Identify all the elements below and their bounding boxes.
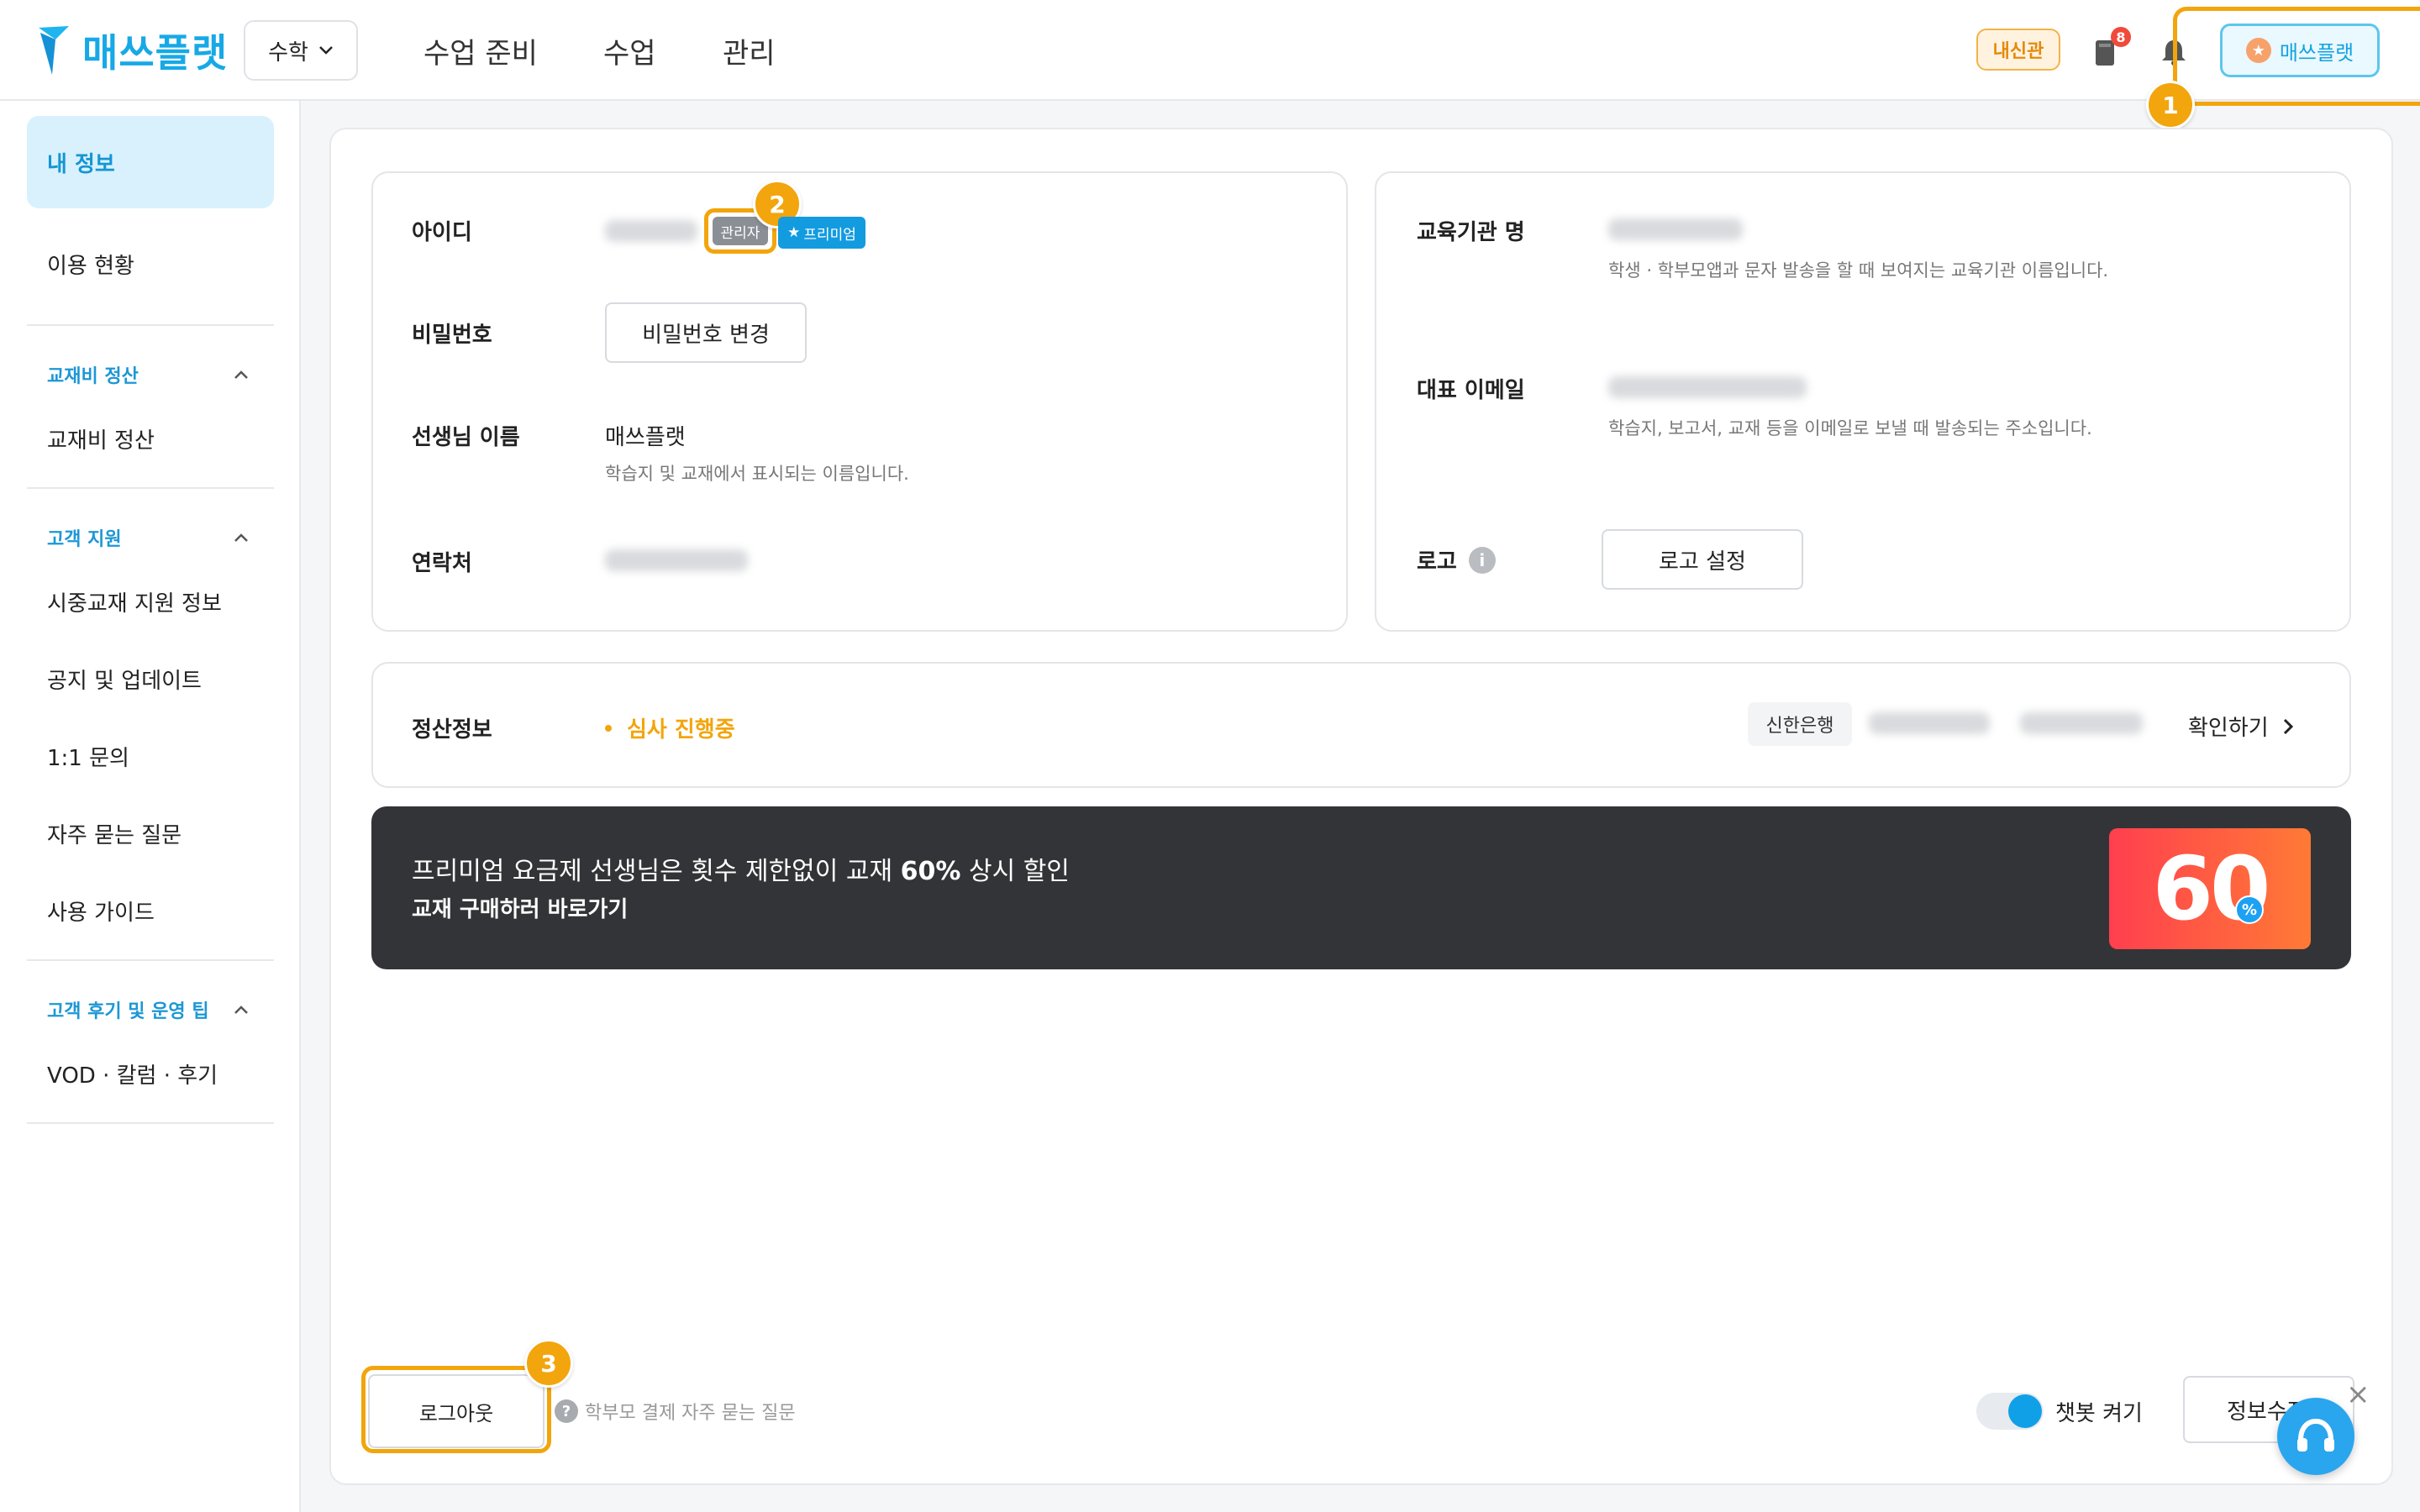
logo-text: 매쓰플랫	[82, 30, 229, 76]
chevron-down-icon	[319, 46, 333, 55]
chat-support-button[interactable]	[2277, 1398, 2354, 1475]
banner-text: 프리미엄 요금제 선생님은 횟수 제한없이 교재 60% 상시 할인	[412, 850, 1070, 887]
section-title: 고객 후기 및 운영 팁	[47, 1001, 209, 1022]
nav-lesson[interactable]: 수업	[603, 25, 656, 76]
banner-text-after: 상시 할인	[960, 857, 1070, 886]
nav-manage[interactable]: 관리	[723, 25, 776, 76]
annotation-badge-1: 1	[2146, 81, 2195, 129]
sidebar-item-vod[interactable]: VOD · 칼럼 · 후기	[47, 1058, 218, 1089]
settlement-label: 정산정보	[412, 717, 492, 743]
star-icon: ★	[787, 224, 801, 241]
sidebar-divider	[27, 324, 274, 326]
email-label: 대표 이메일	[1417, 378, 1525, 403]
chatbot-label: 챗봇 켜기	[2055, 1401, 2143, 1426]
sidebar-item-textbook-support[interactable]: 시중교재 지원 정보	[47, 586, 222, 617]
teacher-name-desc: 학습지 및 교재에서 표시되는 이름입니다.	[605, 464, 909, 484]
highlight-box-3	[361, 1366, 551, 1453]
teacher-name-label: 선생님 이름	[412, 425, 520, 450]
subject-dropdown[interactable]: 수학	[244, 20, 358, 81]
sidebar	[0, 101, 301, 1512]
email-desc: 학습지, 보고서, 교재 등을 이메일로 보낼 때 발송되는 주소입니다.	[1608, 418, 2092, 438]
institution-name-label: 교육기관 명	[1417, 220, 1525, 245]
parent-payment-faq-link[interactable]: ? 학부모 결제 자주 묻는 질문	[555, 1398, 796, 1425]
banner-text-before: 프리미엄 요금제 선생님은 횟수 제한없이 교재	[412, 857, 901, 886]
institution-name-desc: 학생 · 학부모앱과 문자 발송을 할 때 보여지는 교육기관 이름입니다.	[1608, 260, 2109, 281]
settlement-status: 심사 진행중	[605, 712, 735, 743]
section-title: 고객 지원	[47, 529, 122, 550]
bank-name: 신한은행	[1748, 702, 1852, 746]
sidebar-divider	[27, 487, 274, 489]
sidebar-item-faq[interactable]: 자주 묻는 질문	[47, 818, 182, 849]
faq-link-label: 학부모 결제 자주 묻는 질문	[585, 1403, 796, 1424]
close-icon[interactable]: ×	[2346, 1378, 2370, 1411]
contact-label: 연락처	[412, 551, 472, 576]
percent-badge: %	[2235, 895, 2264, 924]
brand-logo[interactable]: 매쓰플랫	[37, 24, 228, 77]
chevron-right-icon	[2283, 718, 2293, 734]
confirm-link[interactable]: 확인하기	[2188, 711, 2294, 742]
logo-settings-button[interactable]: 로고 설정	[1602, 529, 1803, 590]
discount-number: 60	[2152, 837, 2271, 940]
chevron-up-icon	[234, 370, 248, 379]
premium-tag: ★ 프리미엄	[778, 217, 865, 249]
status-text: 심사 진행중	[627, 717, 735, 743]
book-count-badge: 8	[2111, 27, 2131, 47]
chevron-up-icon	[234, 533, 248, 542]
sidebar-item-settlement[interactable]: 교재비 정산	[47, 423, 155, 454]
password-label: 비밀번호	[412, 323, 492, 348]
nav-lesson-prep[interactable]: 수업 준비	[424, 25, 538, 76]
logo-label-row: 로고 i	[1417, 544, 1496, 575]
info-icon[interactable]: i	[1468, 546, 1496, 574]
sidebar-section-settlement[interactable]: 교재비 정산	[47, 361, 249, 388]
logo-mark-icon	[39, 26, 69, 75]
sidebar-divider	[27, 959, 274, 961]
change-password-button[interactable]: 비밀번호 변경	[605, 302, 807, 363]
promo-banner[interactable]	[371, 806, 2351, 969]
status-dot	[605, 724, 612, 732]
headset-icon	[2297, 1418, 2334, 1452]
account-number-blurred	[1869, 712, 1990, 734]
subject-value: 수학	[268, 39, 308, 66]
discount-image: 60 %	[2109, 828, 2311, 949]
institution-name-blurred	[1608, 218, 1743, 240]
account-holder-blurred	[2020, 712, 2143, 734]
sidebar-section-reviews[interactable]: 고객 후기 및 운영 팁	[47, 996, 249, 1023]
teacher-name-value: 매쓰플랫	[605, 425, 686, 450]
sidebar-divider	[27, 1122, 274, 1124]
sidebar-section-support[interactable]: 고객 지원	[47, 524, 249, 551]
chevron-up-icon	[234, 1005, 248, 1014]
chatbot-toggle[interactable]	[1976, 1393, 2044, 1430]
section-title: 교재비 정산	[47, 366, 139, 387]
sidebar-item-inquiry[interactable]: 1:1 문의	[47, 741, 129, 772]
banner-text-bold: 60%	[900, 857, 961, 886]
toggle-knob	[2008, 1394, 2042, 1428]
premium-tag-label: 프리미엄	[803, 226, 856, 244]
email-value-blurred	[1608, 376, 1807, 398]
contact-value-blurred	[605, 549, 748, 571]
sidebar-item-guide[interactable]: 사용 가이드	[47, 895, 155, 927]
sidebar-item-my-info[interactable]: 내 정보	[27, 116, 274, 208]
sidebar-item-notices[interactable]: 공지 및 업데이트	[47, 664, 202, 695]
confirm-label: 확인하기	[2188, 716, 2269, 741]
id-value-blurred	[605, 220, 697, 242]
highlight-box-1	[2173, 7, 2420, 106]
sidebar-item-usage[interactable]: 이용 현황	[47, 249, 134, 280]
logo-label: 로고	[1417, 549, 1457, 575]
question-icon: ?	[555, 1399, 578, 1423]
annotation-badge-3: 3	[524, 1339, 573, 1388]
id-label: 아이디	[412, 220, 472, 245]
naesin-button[interactable]: 내신관	[1976, 29, 2060, 71]
banner-link[interactable]: 교재 구매하러 바로가기	[412, 892, 628, 923]
